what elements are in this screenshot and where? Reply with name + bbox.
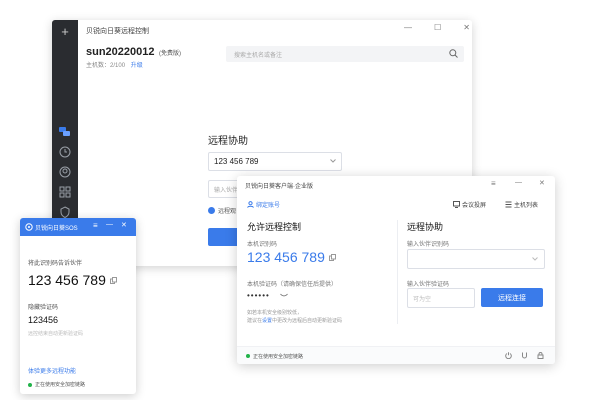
sos-status-text: 正在使用安全加密链路: [35, 382, 86, 388]
remote-view-radio[interactable]: 远程观: [208, 206, 236, 215]
sos-minimize-button[interactable]: —: [106, 221, 113, 228]
ent-title: 贝锐向日葵客户端·企业版: [245, 184, 313, 190]
close-button[interactable]: ✕: [463, 23, 470, 35]
partner-id-select[interactable]: [407, 249, 545, 269]
search-icon[interactable]: [449, 49, 458, 58]
local-code-value: ••••••: [247, 291, 270, 300]
window-controls: — ☐ ✕: [404, 23, 470, 35]
radio-dot: [208, 207, 215, 214]
ent-menu-button[interactable]: ≡: [491, 179, 496, 188]
add-button[interactable]: +: [52, 24, 78, 40]
security-note-line-1: 如若本机安全级别较低，: [247, 310, 303, 316]
ent-close-button[interactable]: ✕: [539, 179, 545, 187]
search-input[interactable]: 搜索主机名或备注: [234, 50, 282, 59]
user-icon: [247, 201, 254, 208]
security-note-line-2: 建议在设置中更改为远程后自动更新验证码: [247, 317, 342, 324]
screen-icon: [453, 201, 460, 208]
sos-tell-label: 将此识别码告诉伙伴: [28, 261, 83, 267]
allow-control-title: 允许远程控制: [247, 222, 302, 232]
lock-icon[interactable]: [537, 352, 544, 359]
usb-icon[interactable]: [521, 352, 528, 359]
host-count-label: 主机数：: [86, 63, 111, 69]
code-select-value: 123 456 789: [214, 157, 259, 166]
ent-toolbar: 绑定账号 会议投屏 主机列表: [237, 198, 555, 212]
history-icon[interactable]: [57, 144, 73, 160]
remote-assist-icon[interactable]: [57, 124, 73, 140]
host-count: 主机数：2/100 升级: [86, 60, 143, 69]
list-icon: [505, 201, 512, 208]
meeting-screencast-button[interactable]: 会议投屏: [453, 200, 486, 209]
eye-icon[interactable]: [279, 293, 288, 298]
host-list-label: 主机列表: [514, 203, 539, 209]
column-divider: [397, 220, 398, 324]
copy-icon[interactable]: [328, 253, 336, 261]
code-select[interactable]: 123 456 789: [208, 152, 342, 171]
upgrade-link[interactable]: 升级: [131, 63, 143, 69]
chevron-down-icon: [330, 159, 336, 163]
sos-status-bar: 正在使用安全加密链路: [28, 381, 85, 388]
username: sun20220012: [86, 46, 155, 58]
ent-status-bar: 正在使用安全加密链路: [237, 346, 555, 364]
status-dot-icon: [246, 354, 250, 358]
sos-id-code-value: 123 456 789: [28, 272, 106, 288]
local-id-label: 本机识别码: [247, 242, 278, 248]
local-code: ••••••: [247, 291, 288, 300]
partner-code-input[interactable]: 可为空: [407, 288, 475, 308]
sos-menu-button[interactable]: ≡: [93, 221, 98, 230]
sos-temp-code-hint: 远控结束自动更新验证码: [28, 331, 84, 337]
search-box[interactable]: 搜索主机名或备注: [226, 46, 464, 62]
partner-id-label: 输入伙伴识别码: [407, 242, 450, 248]
status-dot-icon: [28, 382, 32, 387]
partner-code-placeholder: 可为空: [413, 297, 432, 303]
device-icon[interactable]: [57, 164, 73, 180]
bind-account-label: 绑定账号: [256, 203, 281, 209]
local-code-label: 本机验证码（请确保信任后提供）: [247, 282, 338, 288]
main-header: 贝锐向日葵远程控制 — ☐ ✕ sun20220012 (免费版) 主机数：2/…: [78, 20, 472, 79]
remote-connect-button[interactable]: 远程连接: [481, 288, 543, 307]
bind-account-link[interactable]: 绑定账号: [247, 200, 280, 209]
window-title: 贝锐向日葵远程控制: [86, 28, 149, 35]
sunflower-logo-icon: [25, 223, 33, 231]
assist-panel-title: 远程协助: [208, 136, 248, 147]
ent-minimize-button[interactable]: —: [515, 179, 522, 186]
sos-window: 贝锐向日葵SOS ≡ — ✕ 将此识别码告诉伙伴 123 456 789 隐藏验…: [20, 218, 136, 394]
power-icon[interactable]: [505, 352, 512, 359]
minimize-button[interactable]: —: [404, 23, 412, 35]
sos-titlebar: 贝锐向日葵SOS ≡ — ✕: [20, 218, 136, 236]
edition-badge: (免费版): [158, 51, 181, 57]
sos-id-code: 123 456 789: [28, 272, 117, 288]
sos-title: 贝锐向日葵SOS: [35, 226, 78, 232]
copy-icon[interactable]: [109, 276, 117, 284]
maximize-button[interactable]: ☐: [434, 23, 441, 35]
verify-input-placeholder: 输入伙伴: [214, 188, 239, 194]
local-id: 123 456 789: [247, 249, 336, 265]
grid-icon[interactable]: [57, 184, 73, 200]
sos-close-button[interactable]: ✕: [121, 221, 127, 229]
assist-title: 远程协助: [407, 222, 444, 232]
meeting-label: 会议投屏: [462, 203, 487, 209]
settings-link[interactable]: 设置: [262, 318, 272, 324]
ent-titlebar: 贝锐向日葵客户端·企业版 ≡ — ✕: [237, 176, 555, 192]
security-note-prefix: 建议在: [247, 318, 263, 324]
host-list-button[interactable]: 主机列表: [505, 200, 538, 209]
user-info: sun20220012 (免费版): [86, 42, 181, 60]
chevron-down-icon: [532, 257, 538, 261]
partner-code-label: 输入伙伴验证码: [407, 282, 450, 288]
radio-label: 远程观: [218, 209, 237, 215]
host-count-value: 2/100: [110, 63, 126, 69]
ent-status-text: 正在使用安全加密链路: [253, 354, 304, 360]
security-note-suffix: 中更改为远程后自动更新验证码: [272, 318, 343, 324]
sos-temp-code-label[interactable]: 隐藏验证码: [28, 302, 58, 311]
local-id-value: 123 456 789: [247, 249, 325, 265]
sos-temp-code: 123456: [28, 315, 59, 325]
sos-more-link[interactable]: 体验更多远程功能: [28, 366, 76, 375]
enterprise-window: 贝锐向日葵客户端·企业版 ≡ — ✕ 绑定账号 会议投屏 主机列表 允许远程控制…: [237, 176, 555, 364]
